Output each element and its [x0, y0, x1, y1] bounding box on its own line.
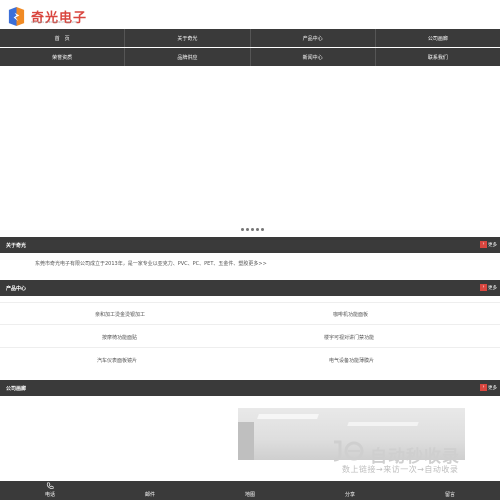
gallery-more-label: 更多: [488, 385, 497, 391]
footer-map-button[interactable]: 地图: [200, 481, 300, 500]
divider: [0, 302, 500, 303]
main-nav-row-1: 首 页 关于奇光 产品中心 公司画廊: [0, 29, 500, 47]
products-more-label: 更多: [488, 285, 497, 291]
products-section-title: 产品中心: [6, 285, 27, 292]
footer-map-label: 地图: [244, 492, 255, 498]
about-more-button[interactable]: › 更多: [480, 241, 497, 248]
nav-item-contact[interactable]: 联系我们: [376, 48, 500, 66]
about-summary: 东莞市奇光电子有限公司成立于2013年，是一家专业以亚克力、PVC、PC、PET…: [35, 260, 267, 267]
about-more-link[interactable]: 更多>>: [248, 261, 266, 267]
footer-message-button[interactable]: 留言: [400, 481, 500, 500]
product-item[interactable]: 亲和加工烫金烫银加工: [95, 311, 145, 318]
nav-item-home[interactable]: 首 页: [0, 29, 126, 47]
ceiling-light: [257, 414, 319, 419]
watermark-subtitle: 数上链接→来访一次→自动收录: [342, 465, 459, 474]
products-section-header: 产品中心 › 更多: [0, 280, 500, 296]
banner-dot[interactable]: [261, 228, 264, 231]
site-header: 奇光电子 QIGUANG ELECTRONICS CO.,LTD: [0, 0, 500, 28]
main-nav-row-2: 荣誉资质 品牌供应 新闻中心 联系我们: [0, 48, 500, 66]
products-more-button[interactable]: › 更多: [480, 284, 497, 291]
watermark-logo-icon: [333, 440, 364, 462]
footer-toolbar: 电话 邮件 地图 分享 留言: [0, 481, 500, 500]
banner-dot[interactable]: [246, 228, 249, 231]
chevron-right-icon: ›: [480, 384, 487, 391]
footer-phone-button[interactable]: 电话: [0, 481, 100, 500]
footer-mail-label: 邮件: [144, 492, 155, 498]
watermark: 自动秒收录 数上链接→来访一次→自动收录: [330, 438, 480, 478]
banner-dot[interactable]: [256, 228, 259, 231]
footer-share-label: 分享: [344, 492, 355, 498]
gallery-section-title: 公司画廊: [6, 385, 27, 392]
banner-dot[interactable]: [241, 228, 244, 231]
chevron-right-icon: ›: [480, 241, 487, 248]
gallery-section-header: 公司画廊 › 更多: [0, 380, 500, 396]
logo-icon[interactable]: [7, 7, 26, 26]
about-section-title: 关于奇光: [6, 242, 27, 249]
about-section-header: 关于奇光 › 更多: [0, 237, 500, 253]
nav-item-gallery[interactable]: 公司画廊: [376, 29, 500, 47]
divider: [0, 347, 500, 348]
product-item[interactable]: 电气设备功能薄膜片: [329, 357, 374, 364]
product-item[interactable]: 咖啡机功能面板: [333, 311, 368, 318]
footer-mail-button[interactable]: 邮件: [100, 481, 200, 500]
ceiling-light: [347, 422, 419, 426]
product-item[interactable]: 汽车仪表面板镜片: [97, 357, 137, 364]
phone-icon: [46, 482, 54, 489]
about-more-label: 更多: [488, 242, 497, 248]
chevron-right-icon: ›: [480, 284, 487, 291]
nav-item-news[interactable]: 新闻中心: [251, 48, 376, 66]
banner-pagination: [241, 228, 264, 231]
banner-slider[interactable]: [0, 66, 500, 234]
cabinet-shape: [238, 422, 254, 460]
product-item[interactable]: 按摩椅功能面贴: [102, 334, 137, 341]
footer-share-button[interactable]: 分享: [300, 481, 400, 500]
product-item[interactable]: 楼宇可视对讲门禁功能: [324, 334, 374, 341]
nav-item-honors[interactable]: 荣誉资质: [0, 48, 126, 66]
about-summary-text: 东莞市奇光电子有限公司成立于2013年，是一家专业以亚克力、PVC、PC、PET…: [35, 261, 249, 267]
footer-phone-label: 电话: [44, 492, 55, 498]
brand-subtitle: QIGUANG ELECTRONICS CO.,LTD: [31, 21, 78, 24]
gallery-more-button[interactable]: › 更多: [480, 384, 497, 391]
nav-item-products[interactable]: 产品中心: [251, 29, 376, 47]
banner-dot[interactable]: [251, 228, 254, 231]
divider: [0, 324, 500, 325]
nav-item-brands[interactable]: 品牌供应: [125, 48, 251, 66]
footer-message-label: 留言: [444, 492, 455, 498]
nav-item-about[interactable]: 关于奇光: [125, 29, 251, 47]
